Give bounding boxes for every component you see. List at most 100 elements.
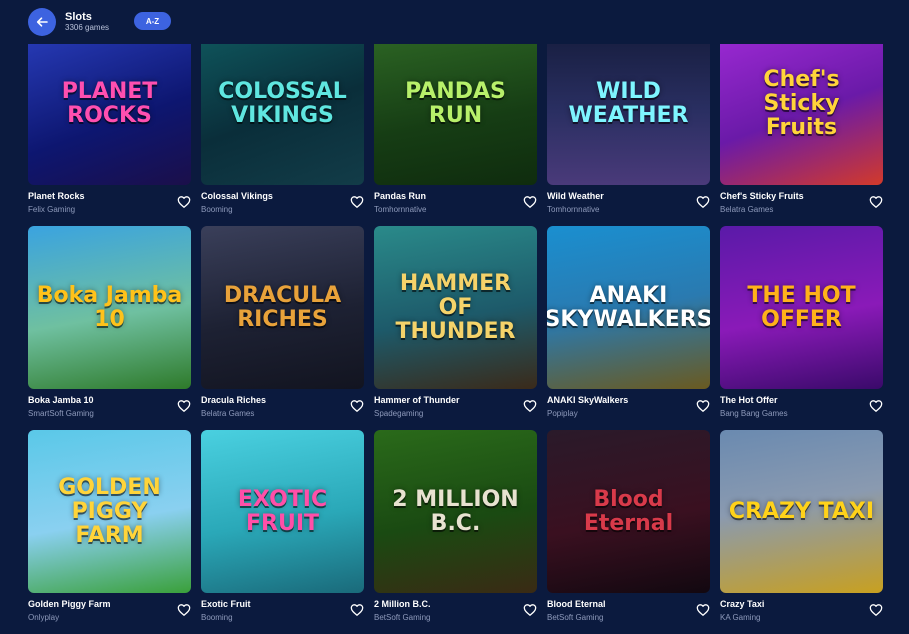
favorite-button[interactable] (177, 399, 191, 413)
game-card[interactable]: HAMMER OF THUNDER Hammer of Thunder Spadeg… (374, 226, 537, 430)
game-card[interactable]: EXOTIC FRUIT Exotic Fruit Booming (201, 430, 364, 634)
page-header: Slots 3306 games A-Z (0, 0, 909, 44)
game-art-title: WILD WEATHER (568, 78, 689, 128)
heart-icon (523, 604, 537, 616)
game-thumbnail[interactable]: DRACULA RICHES (201, 226, 364, 389)
game-name[interactable]: Dracula Riches (201, 395, 331, 405)
game-card[interactable]: 2 MILLION B.C. 2 Million B.C. BetSoft Gami… (374, 430, 537, 634)
game-thumbnail[interactable]: PLANET ROCKS (28, 22, 191, 185)
favorite-button[interactable] (869, 195, 883, 209)
game-art-title: CRAZY TAXI (728, 498, 875, 524)
favorite-button[interactable] (350, 399, 364, 413)
game-thumbnail[interactable]: Blood Eternal (547, 430, 710, 593)
heart-icon (350, 196, 364, 208)
game-name[interactable]: ANAKI SkyWalkers (547, 395, 677, 405)
game-art-title: EXOTIC FRUIT (237, 486, 328, 536)
game-name[interactable]: Exotic Fruit (201, 599, 331, 609)
game-provider: Felix Gaming (28, 205, 76, 214)
game-provider: Bang Bang Games (720, 409, 788, 418)
game-thumbnail[interactable]: Boka Jamba 10 (28, 226, 191, 389)
favorite-button[interactable] (523, 399, 537, 413)
game-name[interactable]: Colossal Vikings (201, 191, 331, 201)
game-card[interactable]: COLOSSAL VIKINGS Colossal Vikings Booming (201, 22, 364, 226)
favorite-button[interactable] (177, 603, 191, 617)
game-provider: Tomhornnative (547, 205, 600, 214)
favorite-button[interactable] (350, 195, 364, 209)
game-name[interactable]: Hammer of Thunder (374, 395, 504, 405)
favorite-button[interactable] (177, 195, 191, 209)
game-art-title: PANDAS RUN (405, 78, 506, 128)
favorite-button[interactable] (696, 195, 710, 209)
game-provider: KA Gaming (720, 613, 761, 622)
game-art-title: Blood Eternal (583, 486, 674, 536)
game-thumbnail[interactable]: Chef's Sticky Fruits (720, 22, 883, 185)
game-card[interactable]: Boka Jamba 10 Boka Jamba 10 SmartSoft Gami… (28, 226, 191, 430)
game-name[interactable]: Blood Eternal (547, 599, 677, 609)
game-provider: Spadegaming (374, 409, 424, 418)
game-art-title: GOLDEN PIGGY FARM (58, 474, 161, 548)
heart-icon (523, 196, 537, 208)
favorite-button[interactable] (869, 603, 883, 617)
game-thumbnail[interactable]: GOLDEN PIGGY FARM (28, 430, 191, 593)
game-thumbnail[interactable]: COLOSSAL VIKINGS (201, 22, 364, 185)
title-block: Slots 3306 games (65, 11, 109, 32)
favorite-button[interactable] (696, 399, 710, 413)
game-card[interactable]: Blood Eternal Blood Eternal BetSoft Gaming (547, 430, 710, 634)
game-card[interactable]: WILD WEATHER Wild Weather Tomhornnative (547, 22, 710, 226)
favorite-button[interactable] (523, 195, 537, 209)
game-provider: Tomhornnative (374, 205, 427, 214)
game-card[interactable]: GOLDEN PIGGY FARM Golden Piggy Farm Onlypl… (28, 430, 191, 634)
game-provider: Booming (201, 205, 233, 214)
game-provider: Popiplay (547, 409, 578, 418)
game-card[interactable]: Chef's Sticky Fruits Chef's Sticky Fruits… (720, 22, 883, 226)
game-art-title: ANAKI SKYWALKERS (547, 282, 710, 332)
game-card[interactable]: ANAKI SKYWALKERS ANAKI SkyWalkers Popiplay (547, 226, 710, 430)
game-card[interactable]: PLANET ROCKS Planet Rocks Felix Gaming (28, 22, 191, 226)
game-provider: SmartSoft Gaming (28, 409, 94, 418)
game-card[interactable]: THE HOT OFFER The Hot Offer Bang Bang Game… (720, 226, 883, 430)
game-name[interactable]: The Hot Offer (720, 395, 850, 405)
favorite-button[interactable] (696, 603, 710, 617)
game-provider: Booming (201, 613, 233, 622)
game-provider: BetSoft Gaming (547, 613, 604, 622)
game-name[interactable]: Chef's Sticky Fruits (720, 191, 850, 201)
favorite-button[interactable] (350, 603, 364, 617)
game-thumbnail[interactable]: EXOTIC FRUIT (201, 430, 364, 593)
back-button[interactable] (28, 8, 56, 36)
arrow-left-icon (36, 17, 48, 27)
heart-icon (177, 604, 191, 616)
heart-icon (523, 400, 537, 412)
favorite-button[interactable] (869, 399, 883, 413)
sort-az-button[interactable]: A-Z (134, 12, 171, 30)
game-name[interactable]: 2 Million B.C. (374, 599, 504, 609)
heart-icon (350, 400, 364, 412)
game-name[interactable]: Boka Jamba 10 (28, 395, 158, 405)
game-thumbnail[interactable]: ANAKI SKYWALKERS (547, 226, 710, 389)
game-name[interactable]: Wild Weather (547, 191, 677, 201)
game-thumbnail[interactable]: PANDAS RUN (374, 22, 537, 185)
games-grid: PLANET ROCKS Planet Rocks Felix Gaming COLO… (28, 22, 883, 634)
game-name[interactable]: Crazy Taxi (720, 599, 850, 609)
heart-icon (696, 196, 710, 208)
game-provider: Belatra Games (201, 409, 255, 418)
game-name[interactable]: Golden Piggy Farm (28, 599, 158, 609)
heart-icon (177, 400, 191, 412)
game-art-title: 2 MILLION B.C. (392, 486, 519, 536)
game-card[interactable]: PANDAS RUN Pandas Run Tomhornnative (374, 22, 537, 226)
heart-icon (177, 196, 191, 208)
game-thumbnail[interactable]: THE HOT OFFER (720, 226, 883, 389)
game-art-title: PLANET ROCKS (61, 78, 158, 128)
game-thumbnail[interactable]: WILD WEATHER (547, 22, 710, 185)
game-name[interactable]: Pandas Run (374, 191, 504, 201)
heart-icon (696, 400, 710, 412)
game-card[interactable]: DRACULA RICHES Dracula Riches Belatra Game… (201, 226, 364, 430)
game-card[interactable]: CRAZY TAXI Crazy Taxi KA Gaming (720, 430, 883, 634)
game-provider: Onlyplay (28, 613, 60, 622)
game-thumbnail[interactable]: 2 MILLION B.C. (374, 430, 537, 593)
game-name[interactable]: Planet Rocks (28, 191, 158, 201)
game-thumbnail[interactable]: HAMMER OF THUNDER (374, 226, 537, 389)
game-art-title: Boka Jamba 10 (36, 282, 183, 332)
game-art-title: Chef's Sticky Fruits (763, 66, 840, 140)
favorite-button[interactable] (523, 603, 537, 617)
game-thumbnail[interactable]: CRAZY TAXI (720, 430, 883, 593)
